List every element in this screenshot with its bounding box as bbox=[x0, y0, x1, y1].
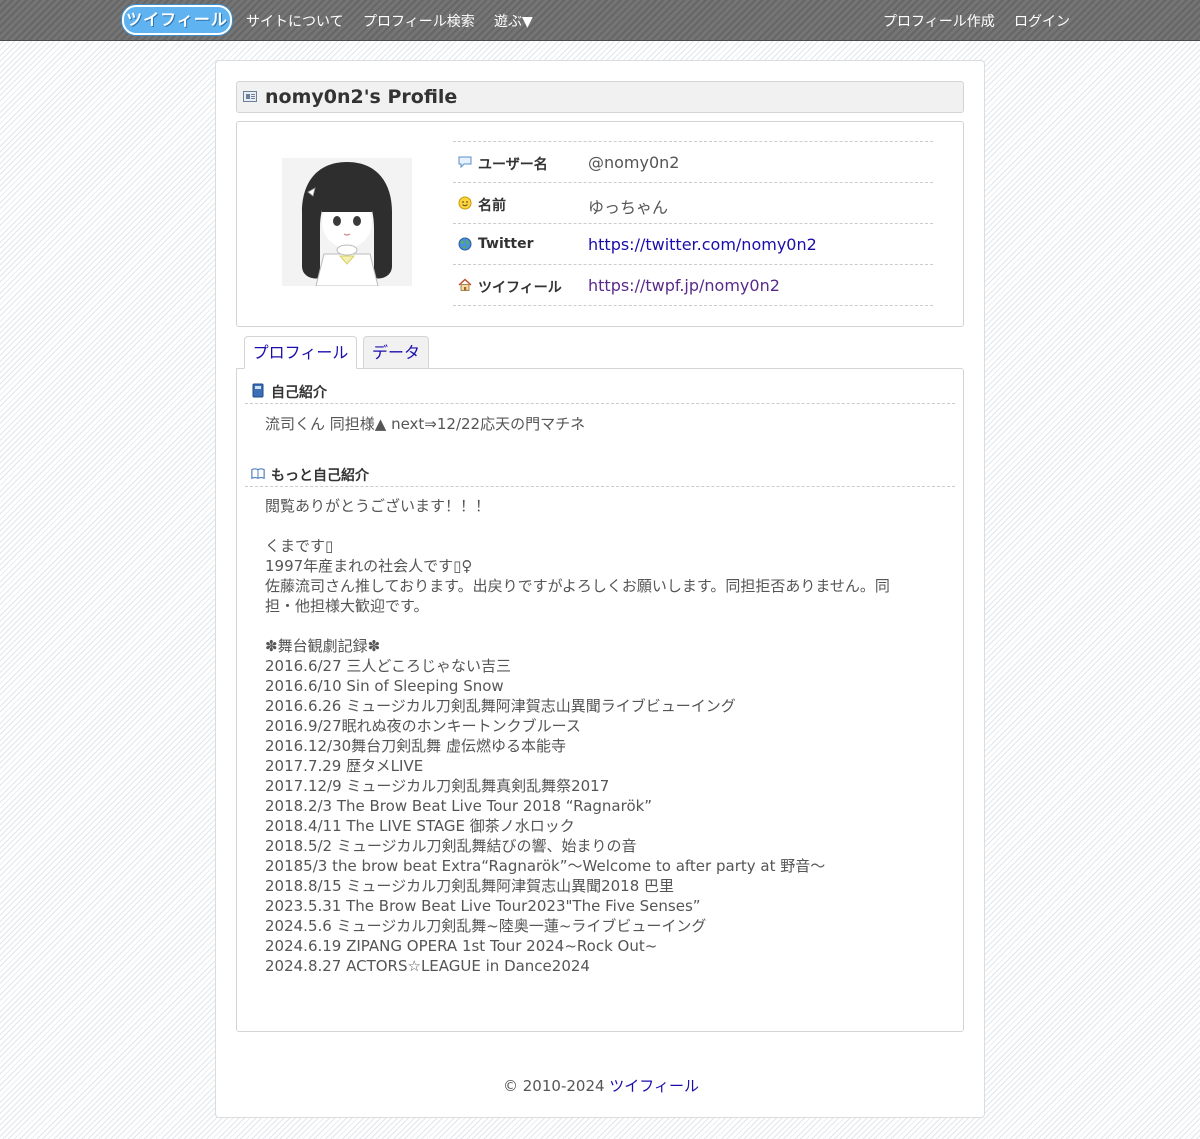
house-icon bbox=[458, 278, 472, 291]
nav-about-link[interactable]: サイトについて bbox=[246, 11, 344, 31]
globe-icon bbox=[458, 237, 472, 251]
profile-tab-panel: 自己紹介 流司くん 同担様▲ next⇒12/22応天の門マチネ もっと自己紹介… bbox=[236, 368, 964, 1032]
info-row-twpf: ツイフィール https://twpf.jp/nomy0n2 bbox=[453, 265, 933, 306]
more-section-title: もっと自己紹介 bbox=[271, 468, 369, 484]
profile-info-table: ユーザー名 @nomy0n2 名前 ゆっちゃん Twitter https://… bbox=[453, 141, 933, 306]
intro-text: 流司くん 同担様▲ next⇒12/22応天の門マチネ bbox=[265, 415, 586, 433]
speech-bubble-icon bbox=[458, 156, 472, 169]
twpf-label: ツイフィール bbox=[478, 280, 562, 296]
twpf-link[interactable]: https://twpf.jp/nomy0n2 bbox=[588, 276, 780, 295]
info-row-name: 名前 ゆっちゃん bbox=[453, 183, 933, 224]
avatar-illustration bbox=[282, 158, 412, 286]
nav-play-dropdown[interactable]: 遊ぶ▼ bbox=[494, 11, 533, 31]
profile-info-box: ユーザー名 @nomy0n2 名前 ゆっちゃん Twitter https://… bbox=[236, 121, 964, 327]
site-logo[interactable]: ツイフィール bbox=[122, 5, 232, 35]
blue-book-icon bbox=[252, 383, 264, 398]
more-intro-text: 閲覧ありがとうございます！！！ くまです▯ 1997年産まれの社会人です▯♀ 佐… bbox=[265, 497, 890, 975]
username-label: ユーザー名 bbox=[478, 157, 548, 173]
profile-title-bar: nomy0n2's Profile bbox=[236, 81, 964, 113]
nav-profile-search-link[interactable]: プロフィール検索 bbox=[363, 11, 475, 31]
footer: © 2010-2024 ツイフィール bbox=[216, 1075, 986, 1096]
username-value: @nomy0n2 bbox=[588, 153, 680, 172]
smiley-icon bbox=[458, 196, 472, 210]
footer-copyright: © 2010-2024 bbox=[503, 1077, 610, 1095]
id-card-icon bbox=[243, 91, 257, 102]
info-row-username: ユーザー名 @nomy0n2 bbox=[453, 142, 933, 183]
top-nav-bar: ツイフィール サイトについて プロフィール検索 遊ぶ▼ プロフィール作成 ログイ… bbox=[0, 0, 1200, 41]
intro-section-header: 自己紹介 bbox=[245, 377, 955, 404]
info-row-twitter: Twitter https://twitter.com/nomy0n2 bbox=[453, 224, 933, 265]
nav-create-profile-link[interactable]: プロフィール作成 bbox=[883, 11, 995, 31]
footer-site-link[interactable]: ツイフィール bbox=[609, 1077, 699, 1095]
open-book-icon bbox=[251, 468, 265, 480]
intro-section-title: 自己紹介 bbox=[271, 385, 327, 401]
avatar bbox=[282, 158, 412, 286]
twitter-link[interactable]: https://twitter.com/nomy0n2 bbox=[588, 235, 817, 254]
name-label: 名前 bbox=[478, 198, 506, 214]
name-value: ゆっちゃん bbox=[588, 198, 669, 217]
page-title: nomy0n2's Profile bbox=[265, 86, 458, 108]
main-container: nomy0n2's Profile ユーザー名 @nomy0n2 名前 ゆっちゃ… bbox=[215, 60, 985, 1118]
more-section-header: もっと自己紹介 bbox=[245, 460, 955, 487]
twitter-label: Twitter bbox=[478, 236, 534, 252]
nav-login-link[interactable]: ログイン bbox=[1014, 11, 1070, 31]
tab-data[interactable]: データ bbox=[363, 336, 429, 369]
tab-profile[interactable]: プロフィール bbox=[244, 336, 357, 369]
